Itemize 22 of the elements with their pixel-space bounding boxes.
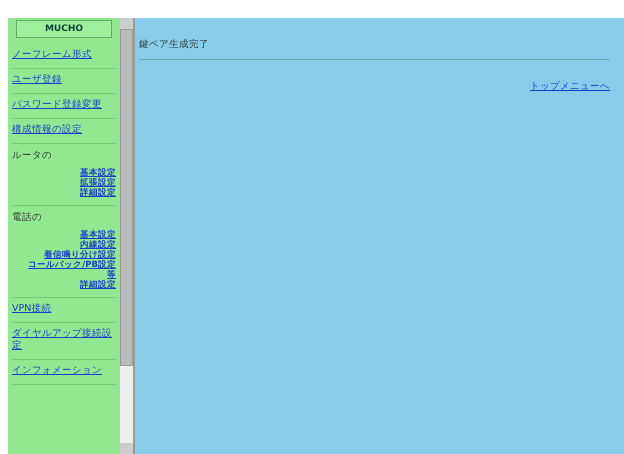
status-message: 鍵ペア生成完了 — [139, 38, 209, 51]
submenu-link[interactable]: 着信鳴り分け設定 — [44, 250, 116, 260]
submenu-link[interactable]: 等 — [107, 270, 116, 280]
submenu-link[interactable]: 基本設定 — [80, 230, 116, 240]
menu-link[interactable]: インフォメーション — [12, 365, 116, 377]
top-menu-link[interactable]: トップメニューへ — [530, 81, 610, 92]
submenu-link[interactable]: 拡張設定 — [80, 178, 116, 188]
submenu-link[interactable]: 基本設定 — [80, 168, 116, 178]
menu-link[interactable]: パスワード登録変更 — [12, 99, 116, 111]
submenu-link[interactable]: 詳細設定 — [80, 280, 116, 290]
menu-link[interactable]: 構成情報の設定 — [12, 124, 116, 136]
menu-heading: 電話の — [12, 211, 43, 224]
submenu-link[interactable]: 詳細設定 — [80, 188, 116, 198]
scrollbar[interactable] — [120, 18, 133, 454]
menu-link[interactable]: VPN接続 — [12, 303, 116, 315]
menu-link[interactable]: ノーフレーム形式 — [12, 49, 116, 61]
logo: MUCHO — [16, 20, 112, 38]
submenu-link[interactable]: コールバック/PB設定 — [28, 260, 116, 270]
submenu-link[interactable]: 内線設定 — [80, 240, 116, 250]
menu-link[interactable]: ダイヤルアップ接続設定 — [12, 328, 116, 352]
menu-link[interactable]: ユーザ登録 — [12, 74, 116, 86]
menu-heading: ルータの — [12, 149, 53, 162]
